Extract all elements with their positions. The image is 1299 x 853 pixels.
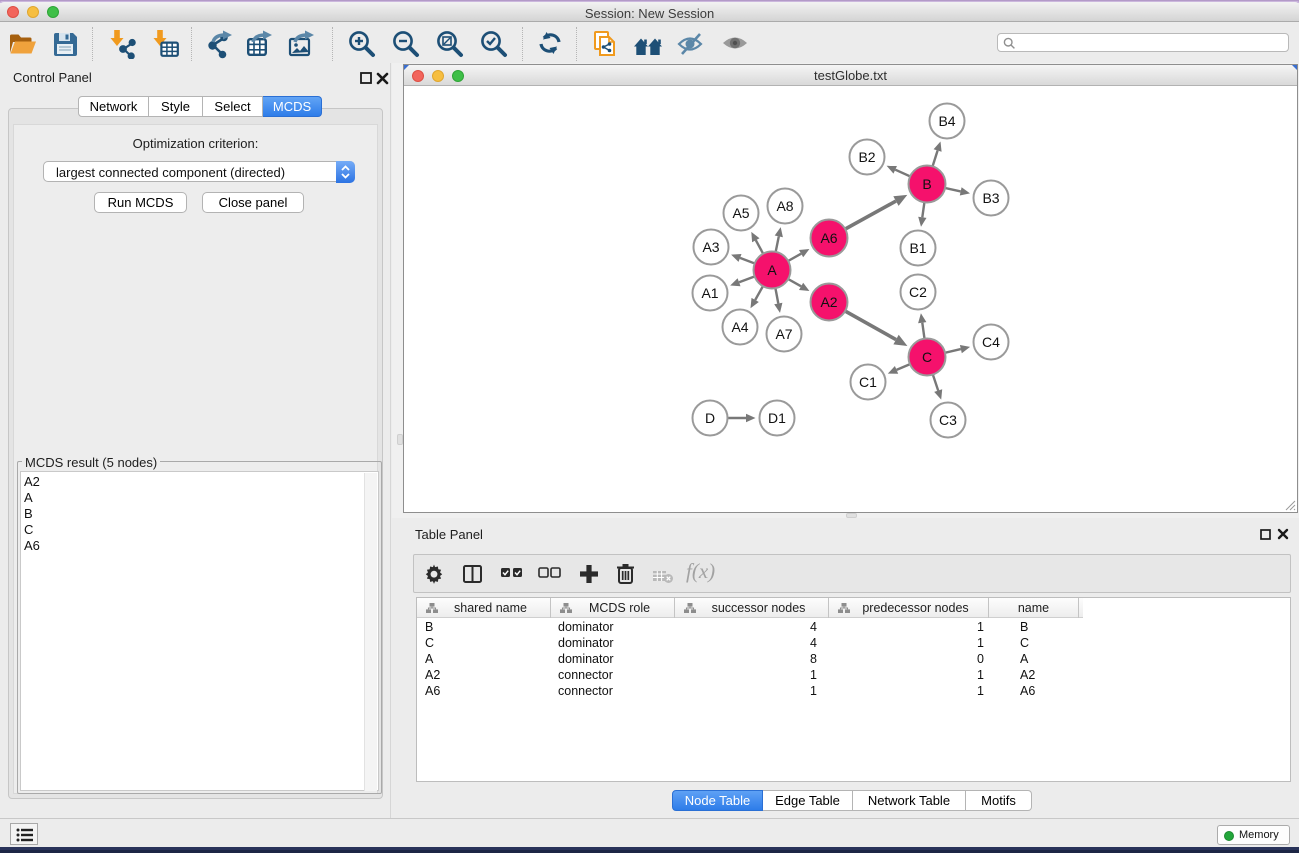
svg-text:A4: A4 (731, 319, 748, 335)
svg-text:B2: B2 (858, 149, 875, 165)
svg-text:B1: B1 (909, 240, 926, 256)
svg-text:D1: D1 (768, 410, 786, 426)
svg-text:C4: C4 (982, 334, 1000, 350)
svg-text:B4: B4 (938, 113, 955, 129)
svg-text:B: B (922, 176, 931, 192)
svg-text:D: D (705, 410, 715, 426)
svg-text:A5: A5 (732, 205, 749, 221)
svg-text:A6: A6 (820, 230, 837, 246)
svg-text:A3: A3 (702, 239, 719, 255)
svg-text:C3: C3 (939, 412, 957, 428)
svg-text:A2: A2 (820, 294, 837, 310)
svg-text:A7: A7 (775, 326, 792, 342)
svg-text:C1: C1 (859, 374, 877, 390)
svg-text:A: A (767, 262, 777, 278)
svg-text:A8: A8 (776, 198, 793, 214)
svg-text:C: C (922, 349, 932, 365)
svg-text:B3: B3 (982, 190, 999, 206)
svg-text:C2: C2 (909, 284, 927, 300)
svg-text:A1: A1 (701, 285, 718, 301)
